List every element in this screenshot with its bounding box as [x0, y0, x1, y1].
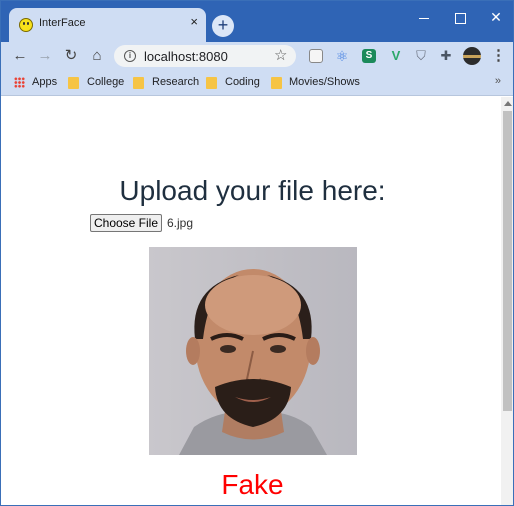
react-devtools-icon[interactable]: ⚛ [335, 49, 349, 63]
scrollbar-thumb[interactable] [503, 111, 512, 411]
bookmark-apps[interactable]: Apps [32, 76, 57, 88]
bookmark-research[interactable]: Research [152, 76, 199, 88]
shield-extension-icon[interactable]: ⛉ [414, 49, 428, 63]
address-toolbar: ← → ↻ ⌂ i localhost:8080 [1, 42, 513, 71]
minimize-button[interactable] [406, 7, 442, 27]
page-heading: Upload your file here: [119, 175, 386, 206]
new-tab-button[interactable]: + [212, 15, 234, 37]
tab-close-icon[interactable]: × [190, 14, 198, 29]
document-extension-icon[interactable] [309, 49, 323, 63]
bookmark-star-icon[interactable]: ☆ [274, 46, 287, 64]
folder-icon [133, 77, 144, 89]
maximize-button[interactable] [442, 7, 478, 27]
uploaded-face-image [149, 247, 357, 455]
scroll-up-arrow-icon[interactable] [504, 101, 512, 106]
browser-window: InterFace × + ✕ ← → ↻ ⌂ i localhost:8080… [0, 0, 514, 506]
bookmarks-overflow-icon[interactable]: » [495, 75, 501, 87]
folder-icon [271, 77, 282, 89]
page-content: Upload your file here: Choose File 6.jpg [1, 97, 500, 505]
tab-title: InterFace [39, 17, 86, 29]
apps-grid-icon[interactable] [14, 77, 25, 88]
back-icon[interactable]: ← [10, 46, 30, 66]
vertical-scrollbar[interactable] [501, 97, 513, 505]
choose-file-button[interactable]: Choose File [90, 214, 162, 232]
title-bar: InterFace × + ✕ [1, 1, 513, 42]
bookmark-coding[interactable]: Coding [225, 76, 260, 88]
site-info-icon[interactable]: i [124, 50, 136, 62]
minimize-icon [419, 17, 429, 19]
folder-icon [68, 77, 79, 89]
selected-file-name: 6.jpg [167, 216, 194, 230]
s-extension-icon[interactable]: S [362, 49, 376, 63]
maximize-icon [454, 12, 466, 24]
url-text[interactable]: localhost:8080 [144, 49, 228, 64]
reload-icon[interactable]: ↻ [61, 46, 81, 66]
close-window-button[interactable]: ✕ [478, 7, 513, 27]
forward-icon[interactable]: → [35, 46, 55, 66]
browser-menu-icon[interactable]: ⋮ [491, 46, 506, 64]
extensions-puzzle-icon[interactable]: ✚ [439, 49, 453, 63]
home-icon[interactable]: ⌂ [87, 46, 107, 66]
bookmark-college[interactable]: College [87, 76, 124, 88]
address-bar[interactable]: i localhost:8080 [114, 45, 296, 67]
bookmarks-bar: Apps College Research Coding Movies/Show… [1, 71, 513, 96]
prediction-result: Fake [221, 469, 284, 500]
vue-devtools-icon[interactable]: V [389, 49, 403, 63]
smiley-favicon-icon [19, 18, 33, 32]
folder-icon [206, 77, 217, 89]
profile-avatar[interactable] [463, 47, 481, 65]
bookmark-movies-shows[interactable]: Movies/Shows [289, 76, 360, 88]
browser-tab[interactable]: InterFace × [9, 8, 206, 42]
